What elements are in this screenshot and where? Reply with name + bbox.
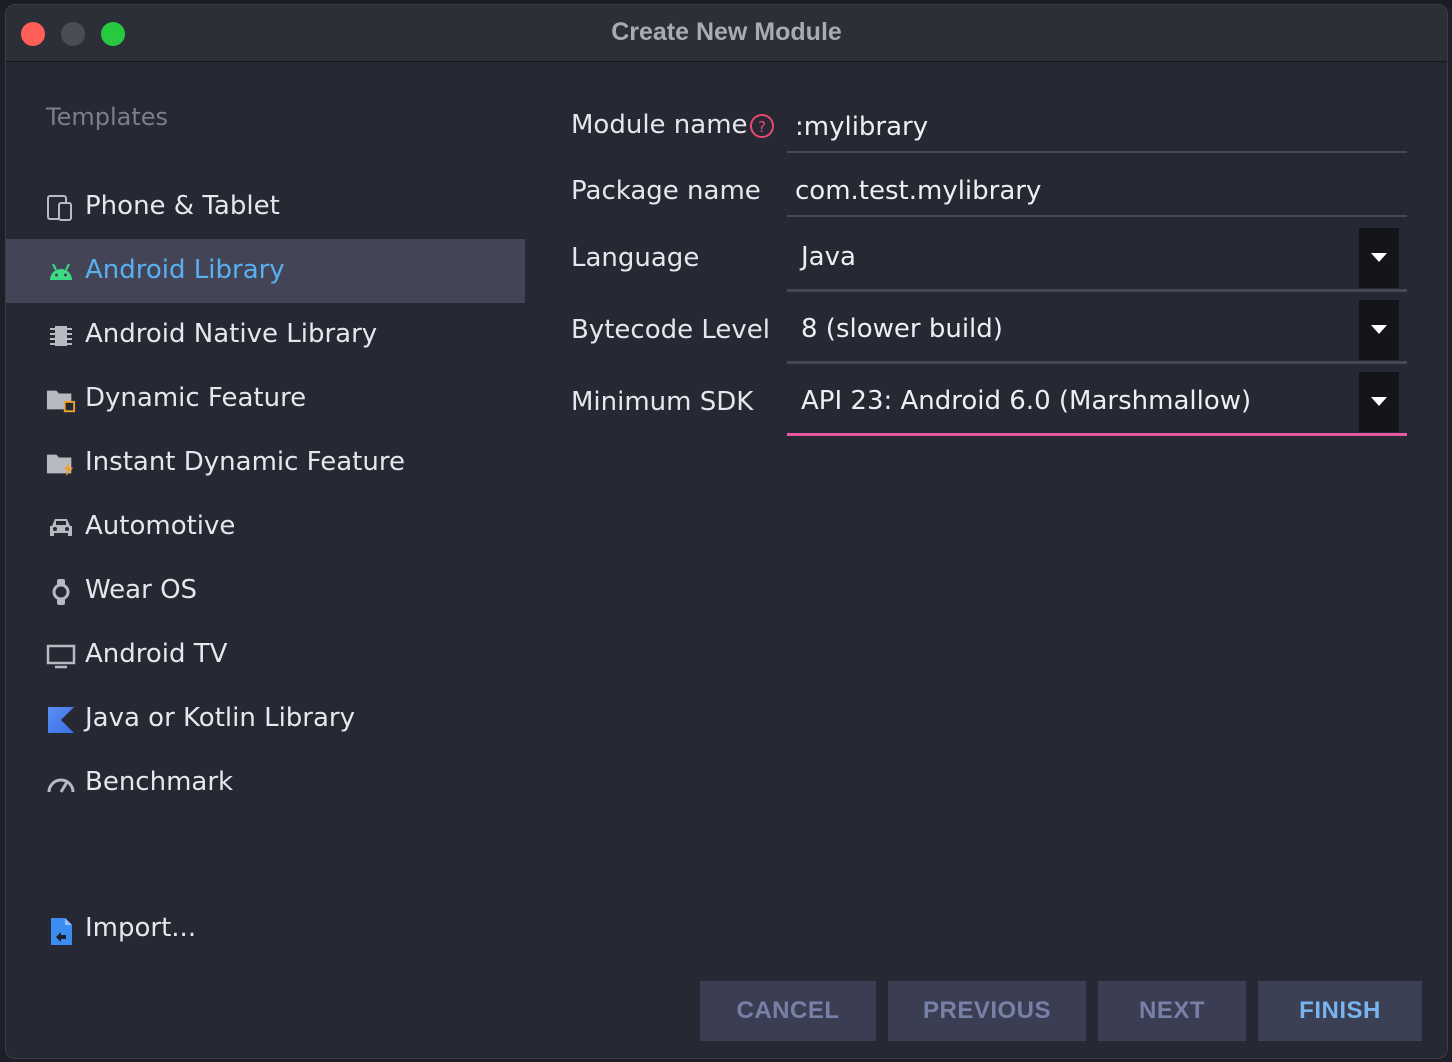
chip-icon (46, 323, 76, 349)
folder-lightning-icon (46, 451, 76, 477)
phone-tablet-icon (46, 195, 76, 221)
create-module-dialog: Create New Module Templates Phone & Tabl… (5, 4, 1448, 1059)
templates-heading: Templates (46, 103, 169, 131)
chevron-down-icon[interactable] (1359, 300, 1399, 360)
sidebar-item-instant-dynamic-feature[interactable]: Instant Dynamic Feature (6, 431, 525, 495)
import-label: Import... (85, 913, 197, 943)
tv-icon (46, 643, 76, 669)
kotlin-icon (46, 707, 76, 733)
module-name-input[interactable] (787, 103, 1407, 153)
sidebar-item-label: Android Native Library (85, 319, 378, 349)
bytecode-level-select[interactable]: 8 (slower build) (787, 300, 1407, 364)
sidebar-item-automotive[interactable]: Automotive (6, 495, 525, 559)
title-bar: Create New Module (6, 5, 1447, 62)
language-label: Language (571, 243, 700, 273)
language-value: Java (801, 242, 856, 272)
minimum-sdk-value: API 23: Android 6.0 (Marshmallow) (801, 386, 1252, 416)
sidebar-item-label: Wear OS (85, 575, 198, 605)
gauge-icon (46, 771, 76, 797)
watch-icon (46, 579, 76, 605)
sidebar-item-benchmark[interactable]: Benchmark (6, 751, 525, 815)
chevron-down-icon[interactable] (1359, 372, 1399, 432)
templates-list: Phone & Tablet Android Library Android N… (6, 175, 525, 815)
package-name-input[interactable] (787, 167, 1407, 217)
cancel-button[interactable]: CANCEL (700, 981, 876, 1041)
language-row: Language Java (571, 227, 1421, 292)
folder-module-icon (46, 387, 76, 413)
sidebar-item-label: Automotive (85, 511, 236, 541)
sidebar-item-dynamic-feature[interactable]: Dynamic Feature (6, 367, 525, 431)
sidebar-item-label: Instant Dynamic Feature (85, 447, 405, 477)
chevron-down-icon[interactable] (1359, 228, 1399, 288)
bytecode-level-row: Bytecode Level 8 (slower build) (571, 299, 1421, 364)
sidebar-item-android-tv[interactable]: Android TV (6, 623, 525, 687)
sidebar-item-wear-os[interactable]: Wear OS (6, 559, 525, 623)
finish-button[interactable]: FINISH (1258, 981, 1422, 1041)
sidebar-item-android-library[interactable]: Android Library (6, 239, 525, 303)
svg-text:?: ? (758, 118, 766, 136)
dialog-title: Create New Module (611, 18, 842, 46)
import-module-item[interactable]: Import... (6, 899, 525, 963)
sidebar-item-label: Android TV (85, 639, 228, 669)
sidebar-item-label: Java or Kotlin Library (85, 703, 356, 733)
bytecode-level-label: Bytecode Level (571, 315, 771, 345)
package-name-row: Package name (571, 161, 1421, 225)
minimum-sdk-label: Minimum SDK (571, 387, 754, 417)
module-name-label: Module name (571, 110, 748, 140)
sidebar-item-android-native-library[interactable]: Android Native Library (6, 303, 525, 367)
minimum-sdk-row: Minimum SDK API 23: Android 6.0 (Marshma… (571, 371, 1421, 436)
minimum-sdk-select[interactable]: API 23: Android 6.0 (Marshmallow) (787, 372, 1407, 436)
sidebar-item-java-kotlin-library[interactable]: Java or Kotlin Library (6, 687, 525, 751)
android-icon (46, 259, 76, 285)
sidebar-item-label: Benchmark (85, 767, 234, 797)
car-icon (46, 515, 76, 541)
import-file-icon (46, 917, 76, 947)
previous-button[interactable]: PREVIOUS (888, 981, 1086, 1041)
sidebar-item-label: Phone & Tablet (85, 191, 280, 221)
bytecode-level-value: 8 (slower build) (801, 314, 1003, 344)
sidebar-item-label: Android Library (85, 255, 285, 285)
next-button[interactable]: NEXT (1098, 981, 1246, 1041)
package-name-label: Package name (571, 176, 761, 206)
help-icon[interactable]: ? (749, 113, 775, 139)
sidebar-item-label: Dynamic Feature (85, 383, 307, 413)
language-select[interactable]: Java (787, 228, 1407, 292)
module-name-row: Module name ? (571, 95, 1421, 159)
sidebar-item-phone-tablet[interactable]: Phone & Tablet (6, 175, 525, 239)
